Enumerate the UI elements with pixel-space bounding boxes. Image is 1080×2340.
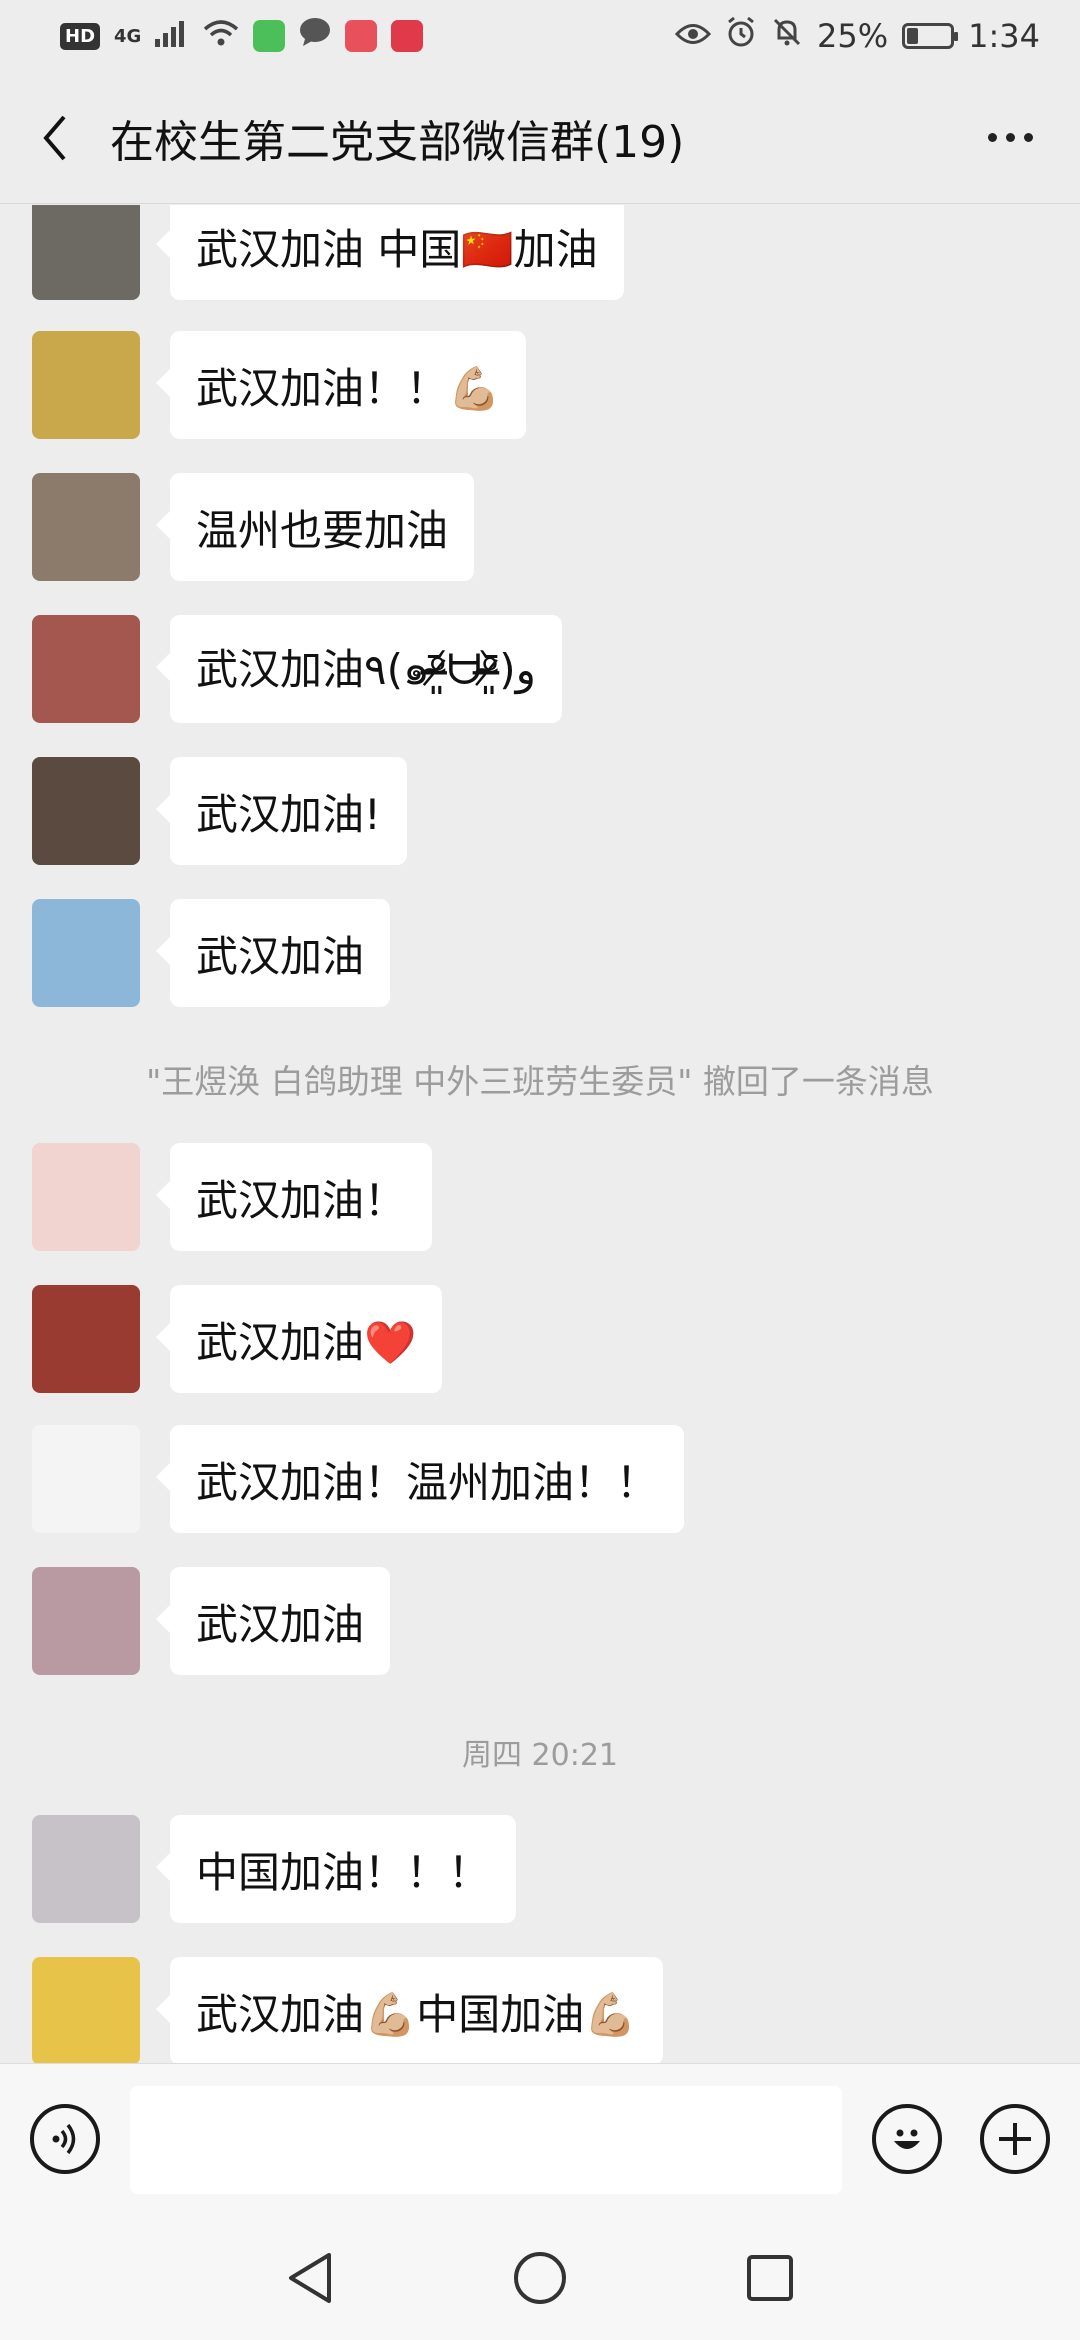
book-app-icon xyxy=(391,20,424,52)
avatar[interactable] xyxy=(32,1425,140,1533)
message-bubble[interactable]: 武汉加油💪🏼中国加油💪🏼 xyxy=(156,1957,663,2063)
input-bar xyxy=(0,2063,1080,2213)
clock: 1:34 xyxy=(968,17,1040,55)
battery-fill xyxy=(907,28,918,44)
voice-input-button[interactable] xyxy=(30,2104,100,2174)
message-row: 武汉加油！温州加油！！ xyxy=(32,1425,685,1533)
message-bubble[interactable]: 武汉加油! xyxy=(156,757,407,865)
message-bubble[interactable]: 武汉加油٩(๑ᵒ̴̶̷͈᷄ᗨᵒ̴̶̷͈᷅)و xyxy=(156,615,562,723)
message-input[interactable] xyxy=(130,2086,842,2194)
message-row: 温州也要加油 xyxy=(32,473,475,581)
status-left: HD 4G xyxy=(60,17,424,55)
chat-header: 在校生第二党支部微信群(19) xyxy=(0,72,1080,204)
more-dot-icon xyxy=(987,133,997,142)
message-bubble[interactable]: 武汉加油❤️ xyxy=(155,1285,443,1393)
avatar[interactable] xyxy=(32,1957,140,2063)
more-functions-button[interactable] xyxy=(980,2104,1050,2174)
message-row: 武汉加油 xyxy=(32,899,391,1007)
message-row: 武汉加油！！💪🏼 xyxy=(32,331,527,439)
more-options-button[interactable] xyxy=(970,103,1050,173)
back-button[interactable] xyxy=(30,103,80,173)
smiley-icon xyxy=(894,2129,920,2149)
avatar[interactable] xyxy=(32,615,140,723)
avatar[interactable] xyxy=(32,473,140,581)
message-row: 武汉加油٩(๑ᵒ̴̶̷͈᷄ᗨᵒ̴̶̷͈᷅)و xyxy=(32,615,562,723)
avatar[interactable] xyxy=(32,899,140,1007)
network-label: 4G xyxy=(114,25,142,47)
message-row: 武汉加油! xyxy=(32,757,407,865)
message-bubble[interactable]: 武汉加油！！💪🏼 xyxy=(155,331,527,439)
more-dot-icon xyxy=(1005,133,1015,142)
battery-percent: 25% xyxy=(817,17,889,55)
message-bubble[interactable]: 中国加油！！！ xyxy=(155,1815,517,1923)
news-app-icon xyxy=(345,20,378,52)
message-row: 武汉加油💪🏼中国加油💪🏼 xyxy=(32,1957,663,2063)
nav-home-button[interactable] xyxy=(510,2248,570,2308)
message-bubble[interactable]: 温州也要加油 xyxy=(155,473,475,581)
nav-recents-button[interactable] xyxy=(740,2248,800,2308)
message-row: 武汉加油！ xyxy=(32,1143,433,1251)
avatar[interactable] xyxy=(32,205,140,300)
system-navigation-bar xyxy=(0,2213,1080,2340)
timestamp: 周四 20:21 xyxy=(462,1738,618,1773)
avatar[interactable] xyxy=(32,1567,140,1675)
message-bubble[interactable]: 武汉加油 中国🇨🇳加油 xyxy=(156,205,624,300)
circle-home-icon xyxy=(514,2252,566,2304)
avatar[interactable] xyxy=(32,757,140,865)
more-dot-icon xyxy=(1023,133,1033,142)
square-recents-icon xyxy=(747,2255,793,2301)
avatar[interactable] xyxy=(32,331,140,439)
voice-icon xyxy=(52,2123,76,2155)
wifi-icon xyxy=(203,17,239,55)
emoji-button[interactable] xyxy=(872,2104,942,2174)
nav-back-button[interactable] xyxy=(280,2248,340,2308)
eye-icon xyxy=(674,17,712,55)
avatar[interactable] xyxy=(32,1285,140,1393)
message-row: 武汉加油❤️ xyxy=(32,1285,443,1393)
message-bubble[interactable]: 武汉加油！温州加油！！ xyxy=(155,1425,685,1533)
chevron-left-icon xyxy=(43,115,66,160)
status-right: 25% 1:34 xyxy=(674,16,1040,56)
message-row: 武汉加油 中国🇨🇳加油 xyxy=(32,205,624,300)
avatar[interactable] xyxy=(32,1143,140,1251)
app-notification-icon xyxy=(253,20,286,52)
message-list[interactable]: 武汉加油 中国🇨🇳加油 武汉加油！！💪🏼 温州也要加油 武汉加油٩(๑ᵒ̴̶̷͈… xyxy=(0,205,1080,2063)
recall-notice: "王煜涣 白鸽助理 中外三班劳生委员" 撤回了一条消息 xyxy=(146,1062,934,1101)
signal-icon xyxy=(155,17,189,55)
message-bubble[interactable]: 武汉加油！ xyxy=(155,1143,433,1251)
status-bar: HD 4G 25% 1:34 xyxy=(0,0,1080,72)
message-bubble[interactable]: 武汉加油 xyxy=(155,899,391,1007)
message-row: 中国加油！！！ xyxy=(32,1815,517,1923)
plus-icon xyxy=(999,2123,1031,2155)
avatar[interactable] xyxy=(32,1815,140,1923)
mute-bell-icon xyxy=(771,16,803,56)
triangle-back-icon xyxy=(289,2253,331,2303)
message-notification-icon xyxy=(299,17,331,55)
chat-title: 在校生第二党支部微信群(19) xyxy=(110,116,685,168)
hd-badge: HD xyxy=(60,22,101,50)
battery-icon xyxy=(902,23,959,49)
alarm-icon xyxy=(725,16,757,56)
message-bubble[interactable]: 武汉加油 xyxy=(155,1567,391,1675)
message-row: 武汉加油 xyxy=(32,1567,391,1675)
